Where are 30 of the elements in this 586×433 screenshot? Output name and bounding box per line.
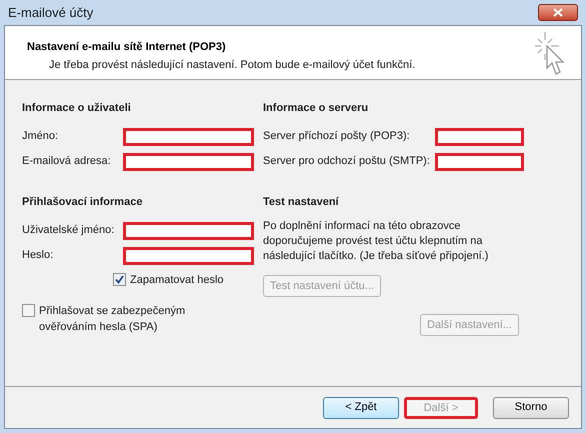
header-title: Nastavení e-mailu sítě Internet (POP3) — [27, 40, 227, 55]
test-description: Po doplnění informací na této obrazovce doporučujeme provést test účtu klepnutím na následující tlačítko. (Je třeba síťové připojení.) — [263, 219, 490, 264]
checkbox[interactable] — [22, 304, 35, 316]
window-title: E-mailové účty — [8, 4, 94, 22]
header-subtitle: Je třeba provést následující nastavení. Potom bude e-mailový účet funkční. — [48, 58, 416, 72]
cursor-sparkle-icon — [533, 30, 567, 76]
close-button[interactable] — [538, 4, 578, 21]
field-label: Server pro odchozí poštu (SMTP): — [263, 154, 431, 170]
text-field[interactable] — [435, 128, 524, 146]
section-heading: Test nastavení — [263, 195, 340, 210]
text-field[interactable] — [435, 152, 524, 170]
checkmark-icon — [115, 275, 124, 284]
field-label: Heslo: — [22, 248, 54, 264]
close-icon — [553, 8, 563, 17]
dialog-button[interactable]: < Zpět — [323, 396, 399, 418]
text-field[interactable] — [123, 222, 254, 240]
field-label: Server příchozí pošty (POP3): — [263, 129, 411, 144]
section-heading: Informace o uživateli — [22, 101, 132, 116]
text-field[interactable] — [123, 152, 254, 170]
field-label: Jméno: — [22, 129, 60, 144]
field-label: Uživatelské jméno: — [22, 223, 116, 238]
checkbox[interactable] — [113, 273, 126, 286]
section-heading: Přihlašovací informace — [22, 195, 144, 210]
dialog-button[interactable]: Storno — [493, 396, 569, 418]
checkbox-label: Přihlašovat se zabezpečeným ověřováním hesla (SPA) — [39, 304, 186, 335]
text-field[interactable] — [123, 128, 254, 146]
field-label: E-mailová adresa: — [22, 154, 112, 170]
section-heading: Informace o serveru — [263, 101, 370, 116]
checkbox-label: Zapamatovat heslo — [130, 273, 224, 288]
text-field[interactable] — [123, 246, 254, 264]
